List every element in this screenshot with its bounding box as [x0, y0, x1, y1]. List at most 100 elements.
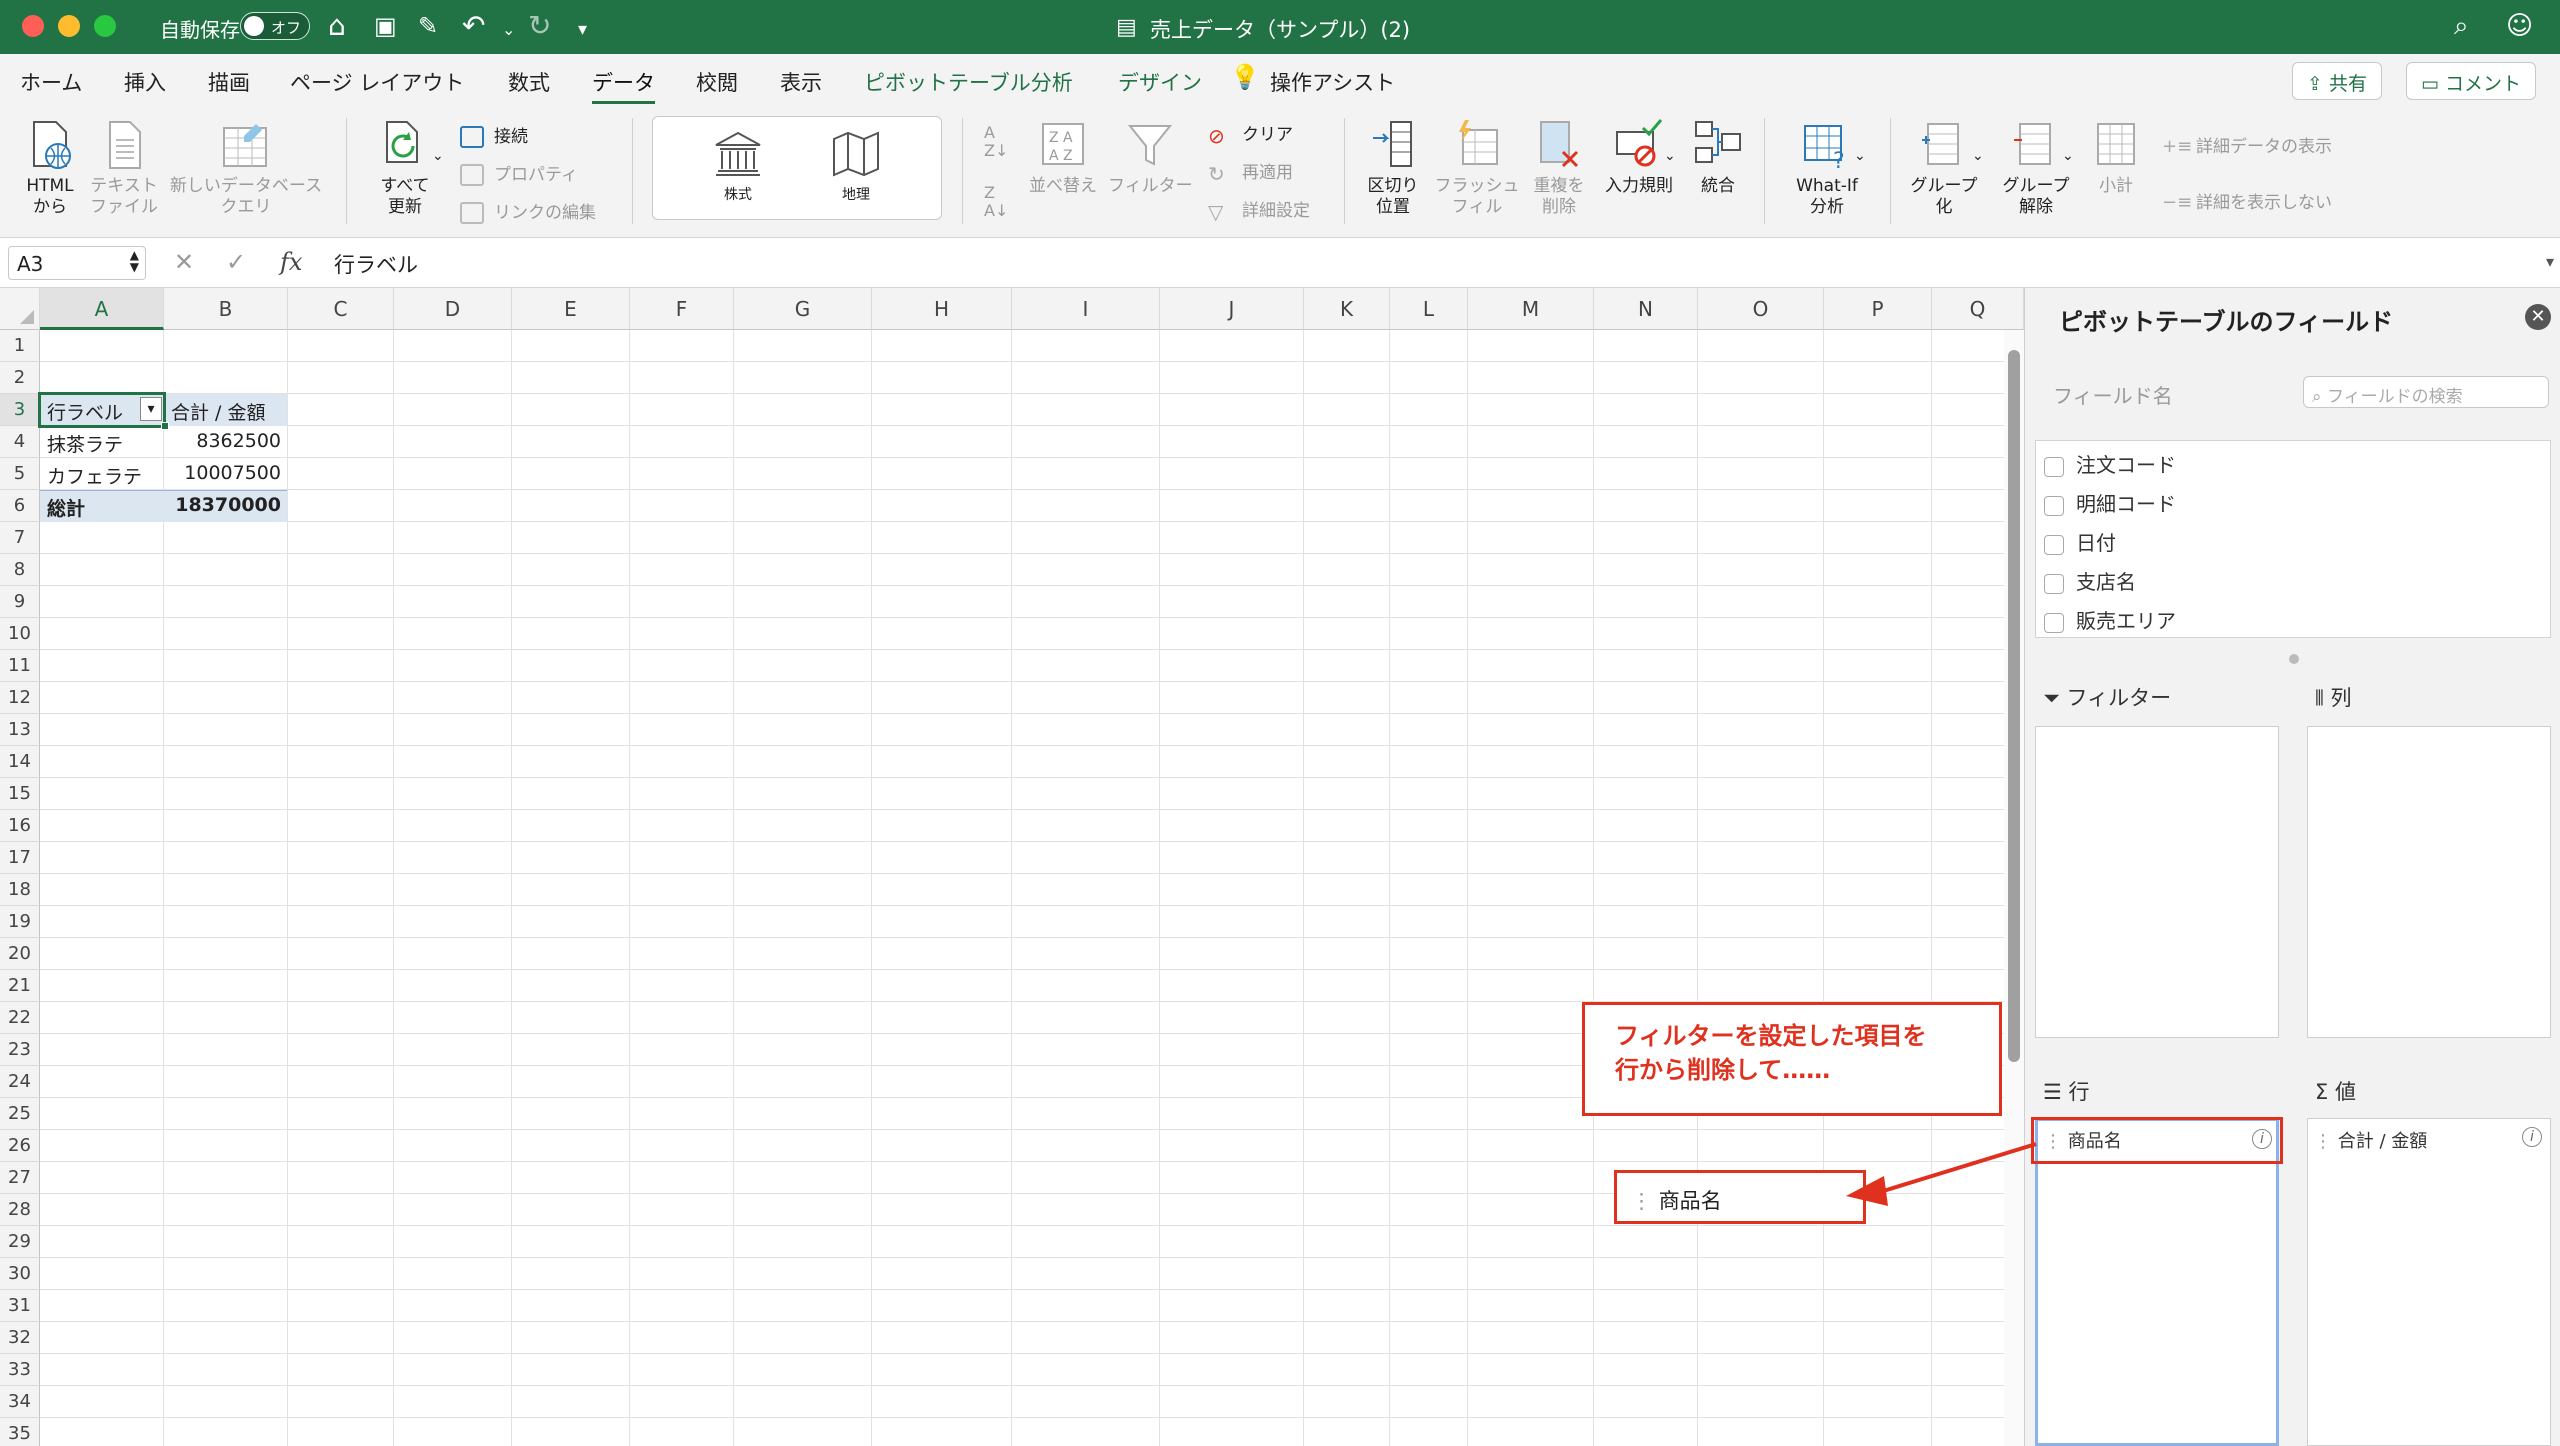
pivot-value-header[interactable]: 合計 / 金額: [166, 398, 286, 425]
consolidate-button[interactable]: 統合: [1690, 118, 1746, 197]
row-header-23[interactable]: 23: [0, 1034, 40, 1066]
search-icon[interactable]: ⌕: [2454, 10, 2469, 42]
tab-review[interactable]: 校閲: [696, 67, 738, 97]
home-icon[interactable]: ⌂: [328, 10, 346, 42]
text-to-columns-button[interactable]: 区切り 位置: [1360, 118, 1426, 218]
field-checkbox[interactable]: [2044, 534, 2064, 555]
customize-toolbar-icon[interactable]: ▾: [578, 14, 587, 46]
formula-content[interactable]: 行ラベル: [334, 249, 418, 279]
row-header-26[interactable]: 26: [0, 1130, 40, 1162]
row-header-7[interactable]: 7: [0, 522, 40, 554]
row-header-11[interactable]: 11: [0, 650, 40, 682]
column-header-n[interactable]: N: [1594, 288, 1698, 330]
sort-button[interactable]: Z AA Z 並べ替え: [1028, 118, 1098, 197]
tab-pivottable-analyze[interactable]: ピボットテーブル分析: [864, 67, 1073, 97]
row-header-27[interactable]: 27: [0, 1162, 40, 1194]
row-header-10[interactable]: 10: [0, 618, 40, 650]
insert-function-icon[interactable]: fx: [280, 248, 302, 276]
geography-button[interactable]: 地理: [819, 127, 893, 206]
values-drop-area[interactable]: ⋮ 合計 / 金額 i: [2307, 1118, 2551, 1446]
show-detail-button[interactable]: +≡ 詳細データの表示: [2162, 132, 2332, 158]
filter-button[interactable]: フィルター: [1108, 118, 1193, 197]
row-header-17[interactable]: 17: [0, 842, 40, 874]
row-header-12[interactable]: 12: [0, 682, 40, 714]
remove-duplicates-button[interactable]: 重複を 削除: [1526, 118, 1592, 218]
row-header-16[interactable]: 16: [0, 810, 40, 842]
row-header-29[interactable]: 29: [0, 1226, 40, 1258]
close-pane-icon[interactable]: ✕: [2525, 304, 2551, 330]
tab-view[interactable]: 表示: [780, 67, 822, 97]
row-header-28[interactable]: 28: [0, 1194, 40, 1226]
edit-links-button[interactable]: リンクの編集: [460, 198, 596, 224]
sort-a-z-button[interactable]: A Z↓: [984, 124, 1008, 160]
vertical-scrollbar[interactable]: [2004, 330, 2024, 1446]
reapply-button[interactable]: ↻ 再適用: [1208, 158, 1293, 186]
new-database-query-button[interactable]: 新しいデータベース クエリ: [166, 118, 326, 218]
row-header-33[interactable]: 33: [0, 1354, 40, 1386]
row-header-6[interactable]: 6: [0, 490, 40, 522]
refresh-dropdown-icon[interactable]: ⌄: [432, 148, 444, 164]
row-header-1[interactable]: 1: [0, 330, 40, 362]
zoom-window-button[interactable]: [94, 15, 116, 37]
row-header-8[interactable]: 8: [0, 554, 40, 586]
name-box-stepper-icon[interactable]: ▲ ▼: [130, 249, 139, 273]
column-header-q[interactable]: Q: [1932, 288, 2024, 330]
field-search-input[interactable]: ⌕ フィールドの検索: [2303, 376, 2549, 408]
redo-icon[interactable]: ↻: [528, 10, 551, 42]
row-header-21[interactable]: 21: [0, 970, 40, 1002]
field-checkbox[interactable]: [2044, 495, 2064, 516]
refresh-all-button[interactable]: すべて 更新: [370, 118, 440, 218]
field-checkbox-item[interactable]: 明細コード: [2044, 488, 2176, 517]
row-header-32[interactable]: 32: [0, 1322, 40, 1354]
column-header-p[interactable]: P: [1824, 288, 1932, 330]
field-checkbox-item[interactable]: 日付: [2044, 527, 2116, 556]
ungroup-dropdown-icon[interactable]: ⌄: [2062, 148, 2074, 164]
row-header-9[interactable]: 9: [0, 586, 40, 618]
row-header-31[interactable]: 31: [0, 1290, 40, 1322]
row-header-18[interactable]: 18: [0, 874, 40, 906]
hide-detail-button[interactable]: −≡ 詳細を表示しない: [2162, 188, 2332, 214]
column-header-d[interactable]: D: [394, 288, 512, 330]
edit-file-icon[interactable]: ✎: [418, 10, 438, 42]
undo-icon[interactable]: ↶: [462, 10, 485, 42]
row-header-5[interactable]: 5: [0, 458, 40, 490]
worksheet-grid[interactable]: ABCDEFGHIJKLMNOPQ 1 2 3 4 5 6 7 8 9 10 11 12 13 14 15 1…: [0, 288, 2024, 1446]
filters-drop-area[interactable]: [2035, 726, 2279, 1038]
tab-draw[interactable]: 描画: [208, 67, 250, 97]
tab-design[interactable]: デザイン: [1118, 67, 1202, 97]
row-header-30[interactable]: 30: [0, 1258, 40, 1290]
expand-formula-icon[interactable]: ▾: [2546, 252, 2554, 271]
properties-button[interactable]: プロパティ: [460, 160, 578, 186]
column-header-l[interactable]: L: [1390, 288, 1468, 330]
pivot-row-label[interactable]: 抹茶ラテ: [42, 430, 162, 457]
stocks-button[interactable]: 株式: [701, 127, 775, 206]
column-header-c[interactable]: C: [288, 288, 394, 330]
column-header-m[interactable]: M: [1468, 288, 1594, 330]
sort-z-a-button[interactable]: Z A↓: [984, 184, 1008, 220]
column-header-f[interactable]: F: [630, 288, 734, 330]
share-button[interactable]: ⇪ 共有: [2292, 62, 2382, 100]
row-header-34[interactable]: 34: [0, 1386, 40, 1418]
column-header-k[interactable]: K: [1304, 288, 1390, 330]
field-checkbox-item[interactable]: 注文コード: [2044, 449, 2176, 478]
column-header-i[interactable]: I: [1012, 288, 1160, 330]
tab-data[interactable]: データ: [592, 67, 655, 104]
pivot-row-label[interactable]: カフェラテ: [42, 462, 162, 489]
column-header-b[interactable]: B: [164, 288, 288, 330]
pivot-total-value[interactable]: 18370000: [166, 494, 286, 516]
rows-drop-area[interactable]: ⋮ 商品名 i: [2035, 1118, 2279, 1446]
ungroup-button[interactable]: グループ 解除: [1994, 118, 2078, 218]
row-header-24[interactable]: 24: [0, 1066, 40, 1098]
pivot-total-label[interactable]: 総計: [42, 494, 162, 521]
dragged-field-chip[interactable]: ⋮ 商品名: [1614, 1170, 1866, 1224]
field-checkbox-item[interactable]: 支店名: [2044, 566, 2136, 595]
save-icon[interactable]: ▣: [374, 10, 397, 42]
subtotal-button[interactable]: 小計: [2088, 118, 2144, 197]
tell-me-assist[interactable]: 操作アシスト: [1270, 67, 1395, 97]
tab-insert[interactable]: 挿入: [124, 67, 166, 97]
from-text-file-button[interactable]: テキスト ファイル: [88, 118, 160, 218]
vertical-scroll-thumb[interactable]: [2008, 350, 2020, 1062]
connections-button[interactable]: 接続: [460, 122, 528, 148]
pivot-row-value[interactable]: 10007500: [166, 462, 286, 484]
advanced-filter-button[interactable]: ▽ 詳細設定: [1208, 196, 1310, 224]
